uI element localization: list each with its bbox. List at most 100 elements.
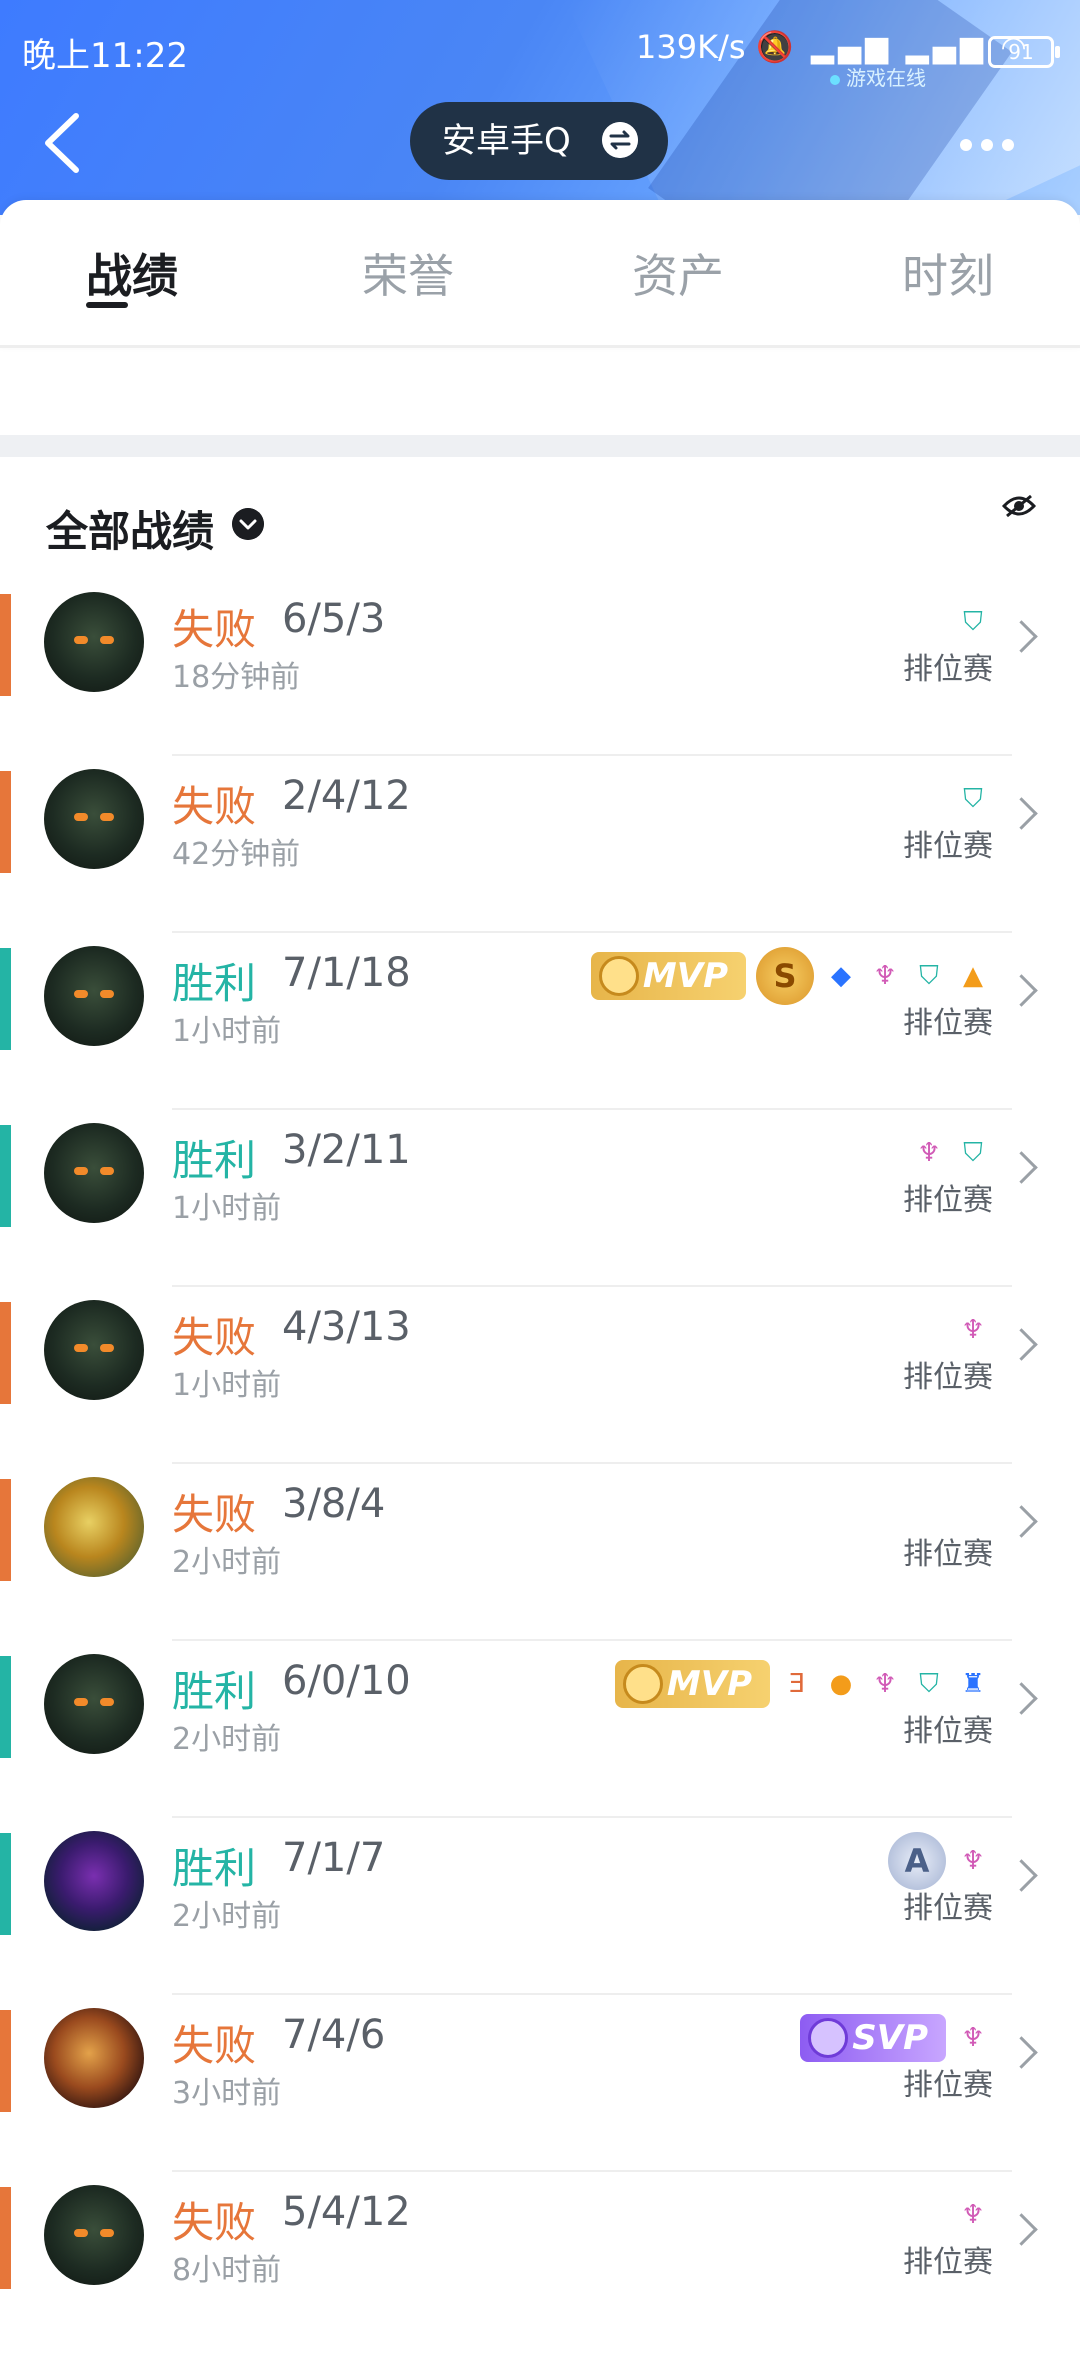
record-row[interactable]: 胜利 7/1/7 2小时前 A ♆ 排位赛 [0,1831,1080,2008]
record-row[interactable]: 胜利 6/0/10 2小时前 MVP Ǝ ● ♆ ⛉ ♜ 排位赛 [0,1654,1080,1831]
match-mode: 排位赛 [903,829,993,864]
chevron-right-icon[interactable] [1005,1859,1038,1892]
shield-icon: ⛉ [919,960,939,991]
hero-avatar [44,1831,144,1931]
chevron-left-icon[interactable] [40,110,84,176]
time-ago: 8小时前 [172,2253,282,2288]
row-divider [172,1108,1012,1110]
result-label: 胜利 [172,1844,257,1893]
hero-avatar [44,1654,144,1754]
chevron-right-icon[interactable] [1005,1682,1038,1715]
mvp-badge: MVP [614,1660,770,1708]
record-row[interactable]: 失败 2/4/12 42分钟前 ⛉ 排位赛 [0,769,1080,946]
record-row[interactable]: 失败 5/4/12 8小时前 ♆ 排位赛 [0,2185,1080,2362]
coins-up-icon: ▲ [963,961,983,991]
network-speed: 139K/s [636,28,746,66]
row-divider [172,2170,1012,2172]
result-label: 失败 [172,605,257,654]
result-label: 失败 [172,782,257,831]
chevron-right-icon[interactable] [1005,1151,1038,1184]
more-dots-icon[interactable] [960,136,1023,155]
section-title[interactable]: 全部战绩 [46,498,214,559]
row-divider [172,1816,1012,1818]
chevron-right-icon[interactable] [1005,620,1038,653]
tab-assets[interactable]: 资产 [632,240,724,306]
tab-moments[interactable]: 时刻 [902,240,994,306]
record-row[interactable]: 胜利 3/2/11 1小时前 ♆ ⛉ 排位赛 [0,1123,1080,1300]
dot [981,139,993,151]
record-row[interactable]: 失败 4/3/13 1小时前 ♆ 排位赛 [0,1300,1080,1477]
result-bar [0,1125,11,1227]
result-bar [0,2187,11,2289]
chevron-right-icon[interactable] [1005,1505,1038,1538]
hero-avatar [44,946,144,1046]
result-label: 失败 [172,2021,257,2070]
tab-battle-record[interactable]: 战绩 [86,240,178,306]
chevron-right-icon[interactable] [1005,797,1038,830]
signal-icon: ▂▄▆ [810,30,893,65]
match-mode: 排位赛 [903,1714,993,1749]
record-row[interactable]: 失败 3/8/4 2小时前 排位赛 [0,1477,1080,1654]
tab-honor[interactable]: 荣誉 [362,240,454,306]
row-divider [172,1462,1012,1464]
hero-avatar [44,1300,144,1400]
account-switcher[interactable]: 安卓手Q [410,102,668,180]
time-ago: 2小时前 [172,1545,282,1580]
battery-icon: 91 [988,36,1060,68]
shield-icon: ⛉ [963,783,983,814]
result-bar [0,1479,11,1581]
chevron-right-icon[interactable] [1005,1328,1038,1361]
chevron-right-icon[interactable] [1005,2213,1038,2246]
match-mode: 排位赛 [903,652,993,687]
row-divider [172,754,1012,756]
row-divider [172,1993,1012,1995]
dot [1002,139,1014,151]
active-tab-indicator [86,302,128,308]
kda-label: 7/1/18 [282,950,411,996]
row-divider [172,931,1012,933]
demon-icon: ♆ [961,1846,985,1876]
match-mode: 排位赛 [903,1006,993,1041]
tower-icon: ♜ [961,1669,985,1699]
online-label: 游戏在线 [846,66,926,90]
gold-coins-icon: ● [829,1669,853,1699]
chevron-right-icon[interactable] [1005,2036,1038,2069]
match-mode: 排位赛 [903,1891,993,1926]
result-bar [0,2010,11,2112]
result-bar [0,948,11,1050]
a-rating-badge: A [888,1832,946,1890]
record-row[interactable]: 失败 6/5/3 18分钟前 ⛉ 排位赛 [0,592,1080,769]
result-label: 胜利 [172,1667,257,1716]
kda-label: 4/3/13 [282,1304,411,1350]
demon-icon: ♆ [961,2023,985,2053]
demon-icon: ♆ [873,961,897,991]
result-label: 失败 [172,2198,257,2247]
time-ago: 18分钟前 [172,660,301,695]
shield-icon: ⛉ [963,1137,983,1168]
account-title: 安卓手Q [442,121,571,161]
badge-group: ♆ ⛉ [912,1123,990,1183]
chevron-down-icon[interactable] [232,508,264,540]
record-row[interactable]: 胜利 7/1/18 1小时前 MVP S ◆ ♆ ⛉ ▲ 排位赛 [0,946,1080,1123]
result-label: 胜利 [172,959,257,1008]
result-bar [0,771,11,873]
row-divider [172,1285,1012,1287]
kda-label: 2/4/12 [282,773,411,819]
result-bar [0,1833,11,1935]
eye-off-icon[interactable] [1002,494,1036,518]
time-ago: 2小时前 [172,1899,282,1934]
chevron-right-icon[interactable] [1005,974,1038,1007]
medal-icon: ◆ [831,961,851,991]
result-label: 胜利 [172,1136,257,1185]
row-divider [172,1639,1012,1641]
result-bar [0,1302,11,1404]
time-ago: 3小时前 [172,2076,282,2111]
hero-avatar [44,2185,144,2285]
record-row[interactable]: 失败 7/4/6 3小时前 SVP ♆ 排位赛 [0,2008,1080,2185]
app-header: 晚上11:22 139K/s 🔕 ▂▄▆ ▂▄▆ ◠ 91 游戏在线 安卓手Q [0,0,1080,215]
signal-icon: ▂▄▆ [905,30,987,65]
demon-icon: ♆ [961,2200,985,2230]
demon-icon: ♆ [873,1669,897,1699]
swap-icon [602,122,638,158]
kda-label: 3/8/4 [282,1481,386,1527]
